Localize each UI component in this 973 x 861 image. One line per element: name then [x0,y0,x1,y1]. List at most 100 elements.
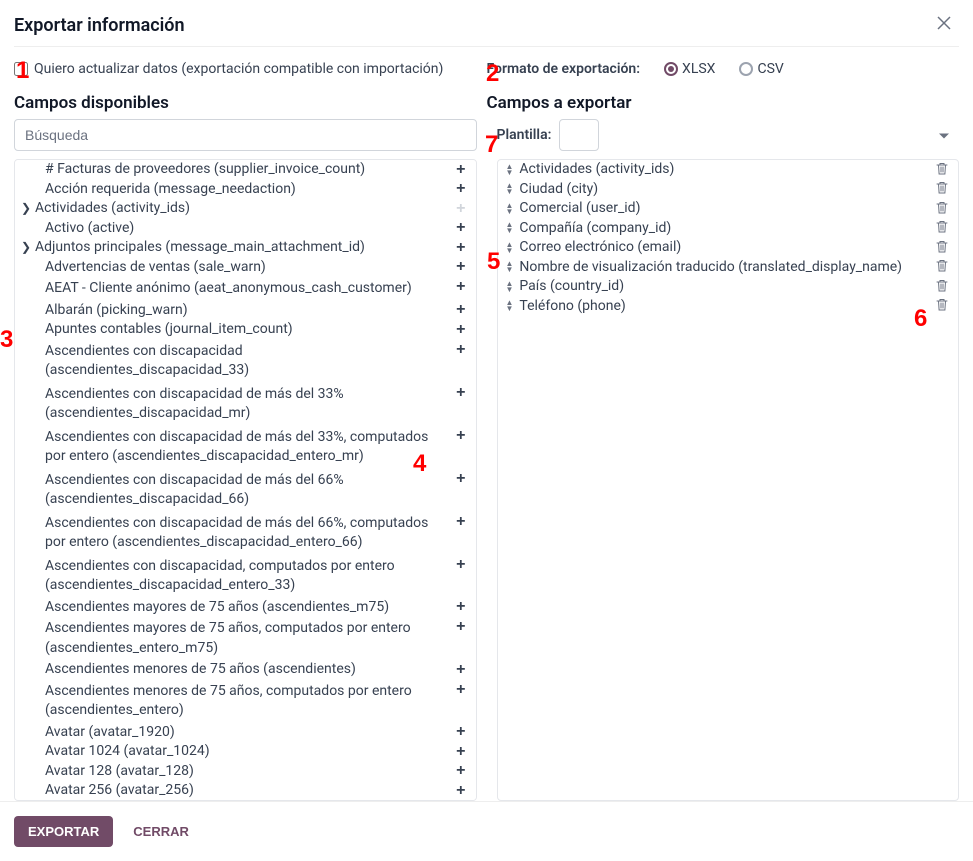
drag-handle-icon[interactable]: ▲▼ [506,164,518,176]
dialog-title: Exportar información [14,15,185,36]
available-field-item[interactable]: Avatar (avatar_1920)+ [15,723,476,743]
update-data-checkbox[interactable] [14,62,28,76]
trash-icon[interactable] [934,181,950,197]
available-field-item[interactable]: Acción requerida (message_needaction)+ [15,180,476,200]
field-label: Advertencias de ventas (sale_warn) [41,258,454,278]
available-field-item[interactable]: AEAT - Cliente anónimo (aeat_anonymous_c… [15,277,476,301]
update-data-checkbox-row[interactable]: Quiero actualizar datos (exportación com… [14,61,487,77]
export-field-item[interactable]: ▲▼Nombre de visualización traducido (tra… [498,258,959,278]
available-field-item[interactable]: Ascendientes con discapacidad, computado… [15,555,476,598]
field-label: Avatar 256 (avatar_256) [41,781,454,801]
available-field-item[interactable]: Ascendientes mayores de 75 años, computa… [15,617,476,660]
drag-handle-icon[interactable]: ▲▼ [506,242,518,254]
field-label: Avatar 512 (avatar_512) [41,801,454,802]
field-label: Ascendientes mayores de 75 años, computa… [41,619,454,658]
chevron-right-icon[interactable]: ❯ [21,238,31,258]
available-field-item[interactable]: Apuntes contables (journal_item_count)+ [15,320,476,340]
export-fields-list[interactable]: ▲▼Actividades (activity_ids)▲▼Ciudad (ci… [497,159,960,801]
add-field-icon[interactable]: + [454,279,467,295]
available-field-item[interactable]: Avatar 128 (avatar_128)+ [15,762,476,782]
template-select[interactable] [559,119,599,151]
export-field-item[interactable]: ▲▼Comercial (user_id) [498,199,959,219]
add-field-icon[interactable]: + [454,557,467,573]
add-field-icon[interactable]: + [454,662,467,678]
export-field-item[interactable]: ▲▼Actividades (activity_ids) [498,160,959,180]
add-field-icon[interactable]: + [454,240,467,256]
available-field-item[interactable]: Ascendientes con discapacidad de más del… [15,512,476,555]
add-field-icon[interactable]: + [454,342,467,358]
add-field-icon[interactable]: + [454,514,467,530]
export-field-item[interactable]: ▲▼Compañía (company_id) [498,219,959,239]
drag-handle-icon[interactable]: ▲▼ [506,261,518,273]
add-field-icon[interactable]: + [454,428,467,444]
add-field-icon[interactable]: + [454,385,467,401]
trash-icon[interactable] [934,201,950,217]
add-field-icon[interactable]: + [454,220,467,236]
drag-handle-icon[interactable]: ▲▼ [506,300,518,312]
add-field-icon[interactable]: + [454,162,467,178]
available-field-item[interactable]: Albarán (picking_warn)+ [15,301,476,321]
export-field-label: Comercial (user_id) [517,199,934,219]
field-label: Ascendientes con discapacidad (ascendien… [41,342,454,381]
drag-handle-icon[interactable]: ▲▼ [506,222,518,234]
trash-icon[interactable] [934,279,950,295]
chevron-right-icon[interactable]: ❯ [21,199,31,219]
export-field-item[interactable]: ▲▼Ciudad (city) [498,180,959,200]
field-label: Avatar 128 (avatar_128) [41,762,454,782]
export-button[interactable]: EXPORTAR [14,816,113,847]
add-field-icon[interactable]: + [454,259,467,275]
add-field-icon[interactable]: + [454,619,467,635]
available-field-item[interactable]: Ascendientes con discapacidad de más del… [15,469,476,512]
available-field-item[interactable]: Ascendientes con discapacidad de más del… [15,426,476,469]
available-field-item[interactable]: Ascendientes con discapacidad (ascendien… [15,340,476,383]
add-field-icon[interactable]: + [454,744,467,760]
field-label: Ascendientes con discapacidad de más del… [41,428,454,467]
add-field-icon[interactable]: + [454,599,467,615]
add-field-icon[interactable]: + [454,783,467,799]
trash-icon[interactable] [934,220,950,236]
export-field-item[interactable]: ▲▼Correo electrónico (email) [498,238,959,258]
trash-icon[interactable] [934,298,950,314]
available-field-item[interactable]: # Facturas de proveedores (supplier_invo… [15,160,476,180]
search-input[interactable] [14,119,477,151]
trash-icon[interactable] [934,240,950,256]
field-label: Avatar 1024 (avatar_1024) [41,742,454,762]
available-field-item[interactable]: Advertencias de ventas (sale_warn)+ [15,258,476,278]
field-label: Ascendientes con discapacidad de más del… [41,514,454,553]
field-label: # Facturas de proveedores (supplier_invo… [41,160,454,180]
close-icon[interactable] [935,14,953,36]
available-field-item[interactable]: ❯Actividades (activity_ids)+ [15,199,476,219]
available-field-item[interactable]: Ascendientes menores de 75 años, computa… [15,680,476,723]
add-field-icon[interactable]: + [454,181,467,197]
available-field-item[interactable]: Avatar 256 (avatar_256)+ [15,781,476,801]
add-field-icon[interactable]: + [454,682,467,698]
export-field-item[interactable]: ▲▼Teléfono (phone) [498,297,959,317]
available-field-item[interactable]: Ascendientes menores de 75 años (ascendi… [15,660,476,680]
format-option-xlsx[interactable]: XLSX [664,61,715,77]
add-field-icon[interactable]: + [454,471,467,487]
available-field-item[interactable]: Activo (active)+ [15,219,476,239]
add-field-icon[interactable]: + [454,763,467,779]
available-field-item[interactable]: ❯Adjuntos principales (message_main_atta… [15,238,476,258]
available-fields-list[interactable]: # Facturas de proveedores (supplier_invo… [14,159,477,801]
export-field-item[interactable]: ▲▼País (country_id) [498,277,959,297]
available-fields-heading: Campos disponibles [14,93,487,113]
field-label: Adjuntos principales (message_main_attac… [31,238,454,258]
available-field-item[interactable]: Avatar 1024 (avatar_1024)+ [15,742,476,762]
drag-handle-icon[interactable]: ▲▼ [506,183,518,195]
available-field-item[interactable]: Avatar 512 (avatar_512)+ [15,801,476,802]
cancel-button[interactable]: CERRAR [123,816,199,847]
drag-handle-icon[interactable]: ▲▼ [506,281,518,293]
available-field-item[interactable]: Ascendientes mayores de 75 años (ascendi… [15,598,476,618]
field-label: Ascendientes mayores de 75 años (ascendi… [41,598,454,618]
add-field-icon[interactable]: + [454,724,467,740]
trash-icon[interactable] [934,162,950,178]
dialog-footer: EXPORTAR CERRAR [0,801,973,861]
available-field-item[interactable]: Ascendientes con discapacidad de más del… [15,383,476,426]
drag-handle-icon[interactable]: ▲▼ [506,203,518,215]
trash-icon[interactable] [934,259,950,275]
add-field-icon[interactable]: + [454,302,467,318]
add-field-icon[interactable]: + [454,322,467,338]
format-option-csv[interactable]: CSV [739,61,783,77]
export-field-label: País (country_id) [517,277,934,297]
